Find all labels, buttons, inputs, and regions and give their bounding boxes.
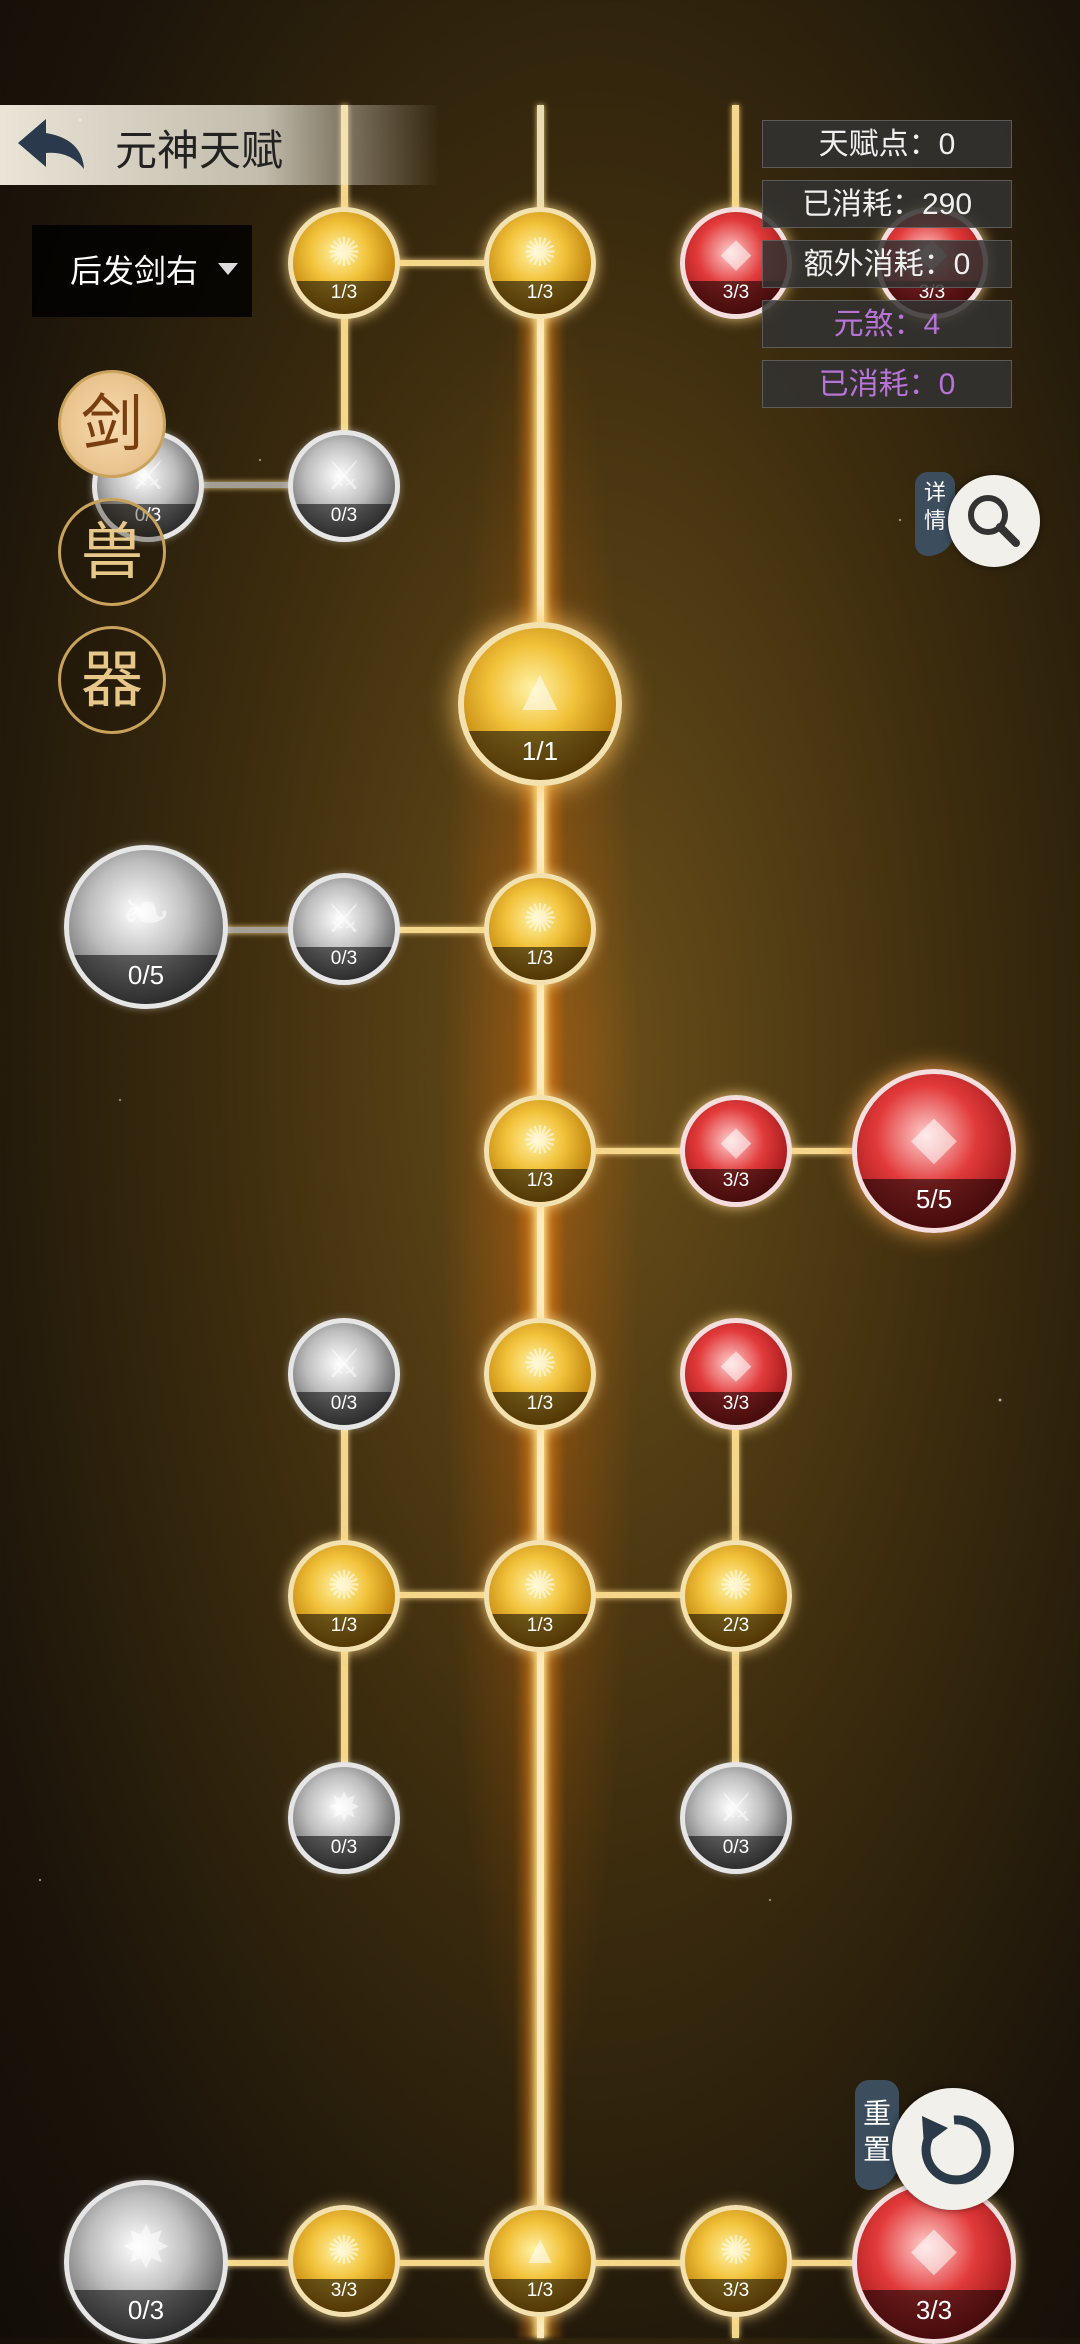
node-level: 1/3: [489, 2279, 591, 2312]
chevron-down-icon: [218, 263, 238, 275]
talent-node[interactable]: ⚔ 0/3: [288, 430, 400, 542]
reset-button[interactable]: [892, 2088, 1014, 2210]
talent-node[interactable]: ◆ 3/3: [680, 1318, 792, 1430]
node-level: 1/3: [293, 1614, 395, 1647]
talent-node[interactable]: ✺ 2/3: [680, 1540, 792, 1652]
node-level: 0/3: [293, 504, 395, 537]
rays-icon: ▲: [520, 2228, 560, 2273]
talent-node[interactable]: ▲ 1/3: [484, 2205, 596, 2317]
gem-icon: ◆: [720, 1342, 752, 1387]
gem-icon: ◆: [720, 1119, 752, 1164]
swirl-icon: ✺: [327, 2229, 361, 2274]
talent-node[interactable]: ✺ 1/3: [288, 207, 400, 319]
talent-node[interactable]: ◆ 3/3: [680, 1095, 792, 1207]
talent-node[interactable]: ✺ 1/3: [288, 1540, 400, 1652]
search-icon: [968, 495, 1020, 547]
node-level: 0/3: [293, 1392, 395, 1425]
wing-icon: ❧: [120, 878, 172, 946]
node-level: 3/3: [685, 1392, 787, 1425]
node-level: 1/3: [489, 1614, 591, 1647]
swirl-icon: ✺: [327, 1564, 361, 1609]
swirl-icon: ✺: [523, 897, 557, 942]
node-level: 1/3: [489, 281, 591, 314]
talent-node[interactable]: ✺ 1/3: [484, 1540, 596, 1652]
node-level: 0/3: [293, 1836, 395, 1869]
swirl-icon: ✺: [327, 231, 361, 276]
reset-label: 重置: [862, 2097, 891, 2166]
talent-node[interactable]: ⚔ 0/3: [288, 873, 400, 985]
node-level: 1/3: [489, 947, 591, 980]
page-title: 元神天赋: [115, 127, 284, 174]
blade-icon: ⚔: [718, 1786, 754, 1831]
blade-icon: ⚔: [326, 454, 362, 499]
talent-node[interactable]: ✺ 1/3: [484, 1318, 596, 1430]
filter-dropdown[interactable]: 后发剑右: [32, 225, 252, 317]
details-label: 详情: [923, 481, 946, 534]
node-level: 0/3: [685, 1836, 787, 1869]
talent-node[interactable]: ✺ 3/3: [288, 2205, 400, 2317]
node-level: 2/3: [685, 1614, 787, 1647]
node-level: 0/5: [69, 954, 223, 1004]
dropdown-selected: 后发剑右: [70, 253, 199, 289]
node-level: 3/3: [293, 2279, 395, 2312]
talent-node[interactable]: ❧ 0/5: [64, 845, 228, 1009]
stat-consumed-2: 已消耗：0: [762, 360, 1012, 408]
link: [590, 1592, 690, 1598]
node-level: 5/5: [857, 1178, 1011, 1228]
back-arrow-icon[interactable]: [12, 113, 92, 175]
talent-node[interactable]: ⚔ 0/3: [288, 1318, 400, 1430]
link: [590, 1148, 690, 1154]
node-level: 3/3: [685, 1169, 787, 1202]
node-level: 1/3: [293, 281, 395, 314]
talent-node[interactable]: ✺ 1/3: [484, 1095, 596, 1207]
reset-icon: [921, 2115, 991, 2185]
tab-beast[interactable]: 兽: [58, 498, 166, 606]
talent-node[interactable]: ✺ 3/3: [680, 2205, 792, 2317]
rays-icon: ▲: [510, 656, 570, 724]
link: [390, 1592, 490, 1598]
swirl-icon: ✺: [719, 2229, 753, 2274]
stat-consumed: 已消耗：290: [762, 180, 1012, 228]
talent-node[interactable]: ✺ 1/3: [484, 873, 596, 985]
stat-talent-points: 天赋点：0: [762, 120, 1012, 168]
search-button[interactable]: [948, 475, 1040, 567]
link: [395, 927, 495, 933]
link: [341, 300, 348, 450]
tab-sword[interactable]: 剑: [58, 370, 166, 478]
link: [785, 1148, 860, 1154]
swirl-icon: ✺: [523, 1564, 557, 1609]
swirl-icon: ✺: [719, 1564, 753, 1609]
shatter-icon: ✸: [327, 1786, 361, 1831]
swirl-icon: ✺: [523, 1342, 557, 1387]
stat-yuansha: 元煞：4: [762, 300, 1012, 348]
node-level: 0/3: [293, 947, 395, 980]
swirl-icon: ✺: [523, 1119, 557, 1164]
shatter-icon: ✸: [120, 2213, 172, 2281]
talent-node[interactable]: ✸ 0/3: [64, 2180, 228, 2344]
blade-icon: ⚔: [326, 897, 362, 942]
swirl-icon: ✺: [523, 231, 557, 276]
node-level: 3/3: [857, 2289, 1011, 2339]
talent-node[interactable]: ⚔ 0/3: [680, 1762, 792, 1874]
stat-extra-consumed: 额外消耗：0: [762, 240, 1012, 288]
crystal-icon: ◆: [910, 1102, 958, 1170]
node-level: 3/3: [685, 2279, 787, 2312]
node-level: 1/1: [464, 731, 616, 780]
gem-icon: ◆: [910, 2213, 958, 2281]
link: [537, 105, 544, 2338]
talent-node[interactable]: ✺ 1/3: [484, 207, 596, 319]
node-level: 1/3: [489, 1392, 591, 1425]
talent-node[interactable]: ✸ 0/3: [288, 1762, 400, 1874]
talent-node[interactable]: ◆ 5/5: [852, 1069, 1016, 1233]
blade-icon: ⚔: [326, 1342, 362, 1387]
node-level: 1/3: [489, 1169, 591, 1202]
tab-artifact[interactable]: 器: [58, 626, 166, 734]
core-talent-node[interactable]: ▲ 1/1: [458, 622, 622, 786]
node-level: 0/3: [69, 2289, 223, 2339]
